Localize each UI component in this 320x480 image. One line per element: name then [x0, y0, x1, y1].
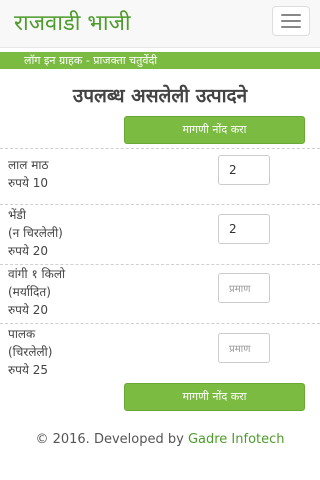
product-price: रुपये 20	[8, 303, 49, 317]
footer-copyright: © 2016. Developed by	[35, 432, 188, 447]
product-price: रुपये 25	[8, 363, 49, 377]
place-order-button-top[interactable]: मागणी नोंद करा	[124, 116, 305, 144]
product-item: लाल माठ रुपये 10	[8, 156, 48, 192]
brand-title[interactable]: राजवाडी भाजी	[14, 7, 131, 37]
product-note: (चिरलेली)	[8, 345, 53, 359]
page-title: उपलब्ध असलेली उत्पादने	[72, 85, 248, 107]
divider	[0, 148, 320, 149]
product-name: वांगी १ किलो	[8, 267, 66, 281]
product-note: (न चिरलेली)	[8, 226, 63, 240]
product-price: रुपये 20	[8, 244, 49, 258]
menu-toggle-icon[interactable]	[272, 6, 310, 36]
product-name: पालक	[8, 327, 36, 341]
quantity-input[interactable]	[218, 155, 270, 185]
quantity-input[interactable]	[218, 214, 270, 244]
product-item: वांगी १ किलो (मर्यादित) रुपये 20	[8, 265, 65, 319]
quantity-input[interactable]	[218, 333, 270, 363]
menu-bar	[281, 20, 301, 22]
product-note: (मर्यादित)	[8, 285, 51, 299]
footer-company-link[interactable]: Gadre Infotech	[188, 432, 285, 447]
product-item: भेंडी (न चिरलेली) रुपये 20	[8, 206, 63, 260]
quantity-input[interactable]	[218, 273, 270, 303]
product-price: रुपये 10	[8, 176, 49, 190]
product-name: भेंडी	[8, 208, 26, 222]
footer: © 2016. Developed by Gadre Infotech	[0, 432, 320, 447]
menu-bar	[281, 26, 301, 28]
place-order-button-bottom[interactable]: मागणी नोंद करा	[124, 383, 305, 411]
menu-bar	[281, 14, 301, 16]
logged-in-user-banner: लॉग इन ग्राहक - प्राजक्ता चतुर्वेदी	[0, 52, 320, 69]
divider	[0, 204, 320, 205]
divider	[0, 323, 320, 324]
product-item: पालक (चिरलेली) रुपये 25	[8, 325, 52, 379]
product-name: लाल माठ	[8, 158, 49, 172]
navbar: राजवाडी भाजी	[0, 0, 320, 48]
